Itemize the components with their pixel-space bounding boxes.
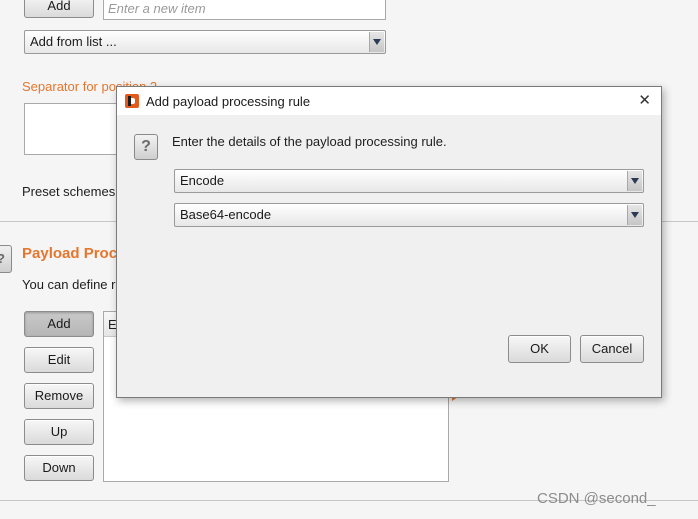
new-item-input[interactable]: Enter a new item [103, 0, 386, 20]
processing-up-button[interactable]: Up [24, 419, 94, 445]
chevron-down-icon [627, 171, 642, 191]
processing-remove-button[interactable]: Remove [24, 383, 94, 409]
add-from-list-label: Add from list ... [30, 34, 117, 49]
rule-option-value: Base64-encode [180, 207, 272, 222]
chevron-down-icon [627, 205, 642, 225]
dialog-title: Add payload processing rule [146, 94, 311, 109]
processing-down-button[interactable]: Down [24, 455, 94, 481]
cancel-button[interactable]: Cancel [580, 335, 644, 363]
separator-input[interactable] [24, 103, 124, 155]
rule-type-value: Encode [180, 173, 225, 188]
rule-option-select[interactable]: Base64-encode [174, 203, 644, 227]
watermark: CSDN @second_ [537, 490, 656, 507]
processing-add-button[interactable]: Add [24, 311, 94, 337]
add-from-list-select[interactable]: Add from list ... [24, 30, 386, 54]
ok-button[interactable]: OK [508, 335, 571, 363]
dialog-titlebar[interactable]: Add payload processing rule ✕ [117, 87, 661, 115]
preset-schemes-label: Preset schemes [22, 184, 116, 199]
new-item-placeholder: Enter a new item [108, 1, 206, 16]
dialog-instruction: Enter the details of the payload process… [172, 134, 447, 149]
rule-type-select[interactable]: Encode [174, 169, 644, 193]
top-add-button[interactable]: Add [24, 0, 94, 18]
processing-edit-button[interactable]: Edit [24, 347, 94, 373]
help-icon-left[interactable]: ? [0, 245, 12, 273]
close-icon[interactable]: ✕ [638, 91, 651, 109]
chevron-down-icon [369, 32, 384, 52]
burp-icon [125, 94, 139, 108]
add-payload-rule-dialog: Add payload processing rule ✕ ? Enter th… [116, 86, 662, 398]
help-icon[interactable]: ? [134, 134, 158, 160]
